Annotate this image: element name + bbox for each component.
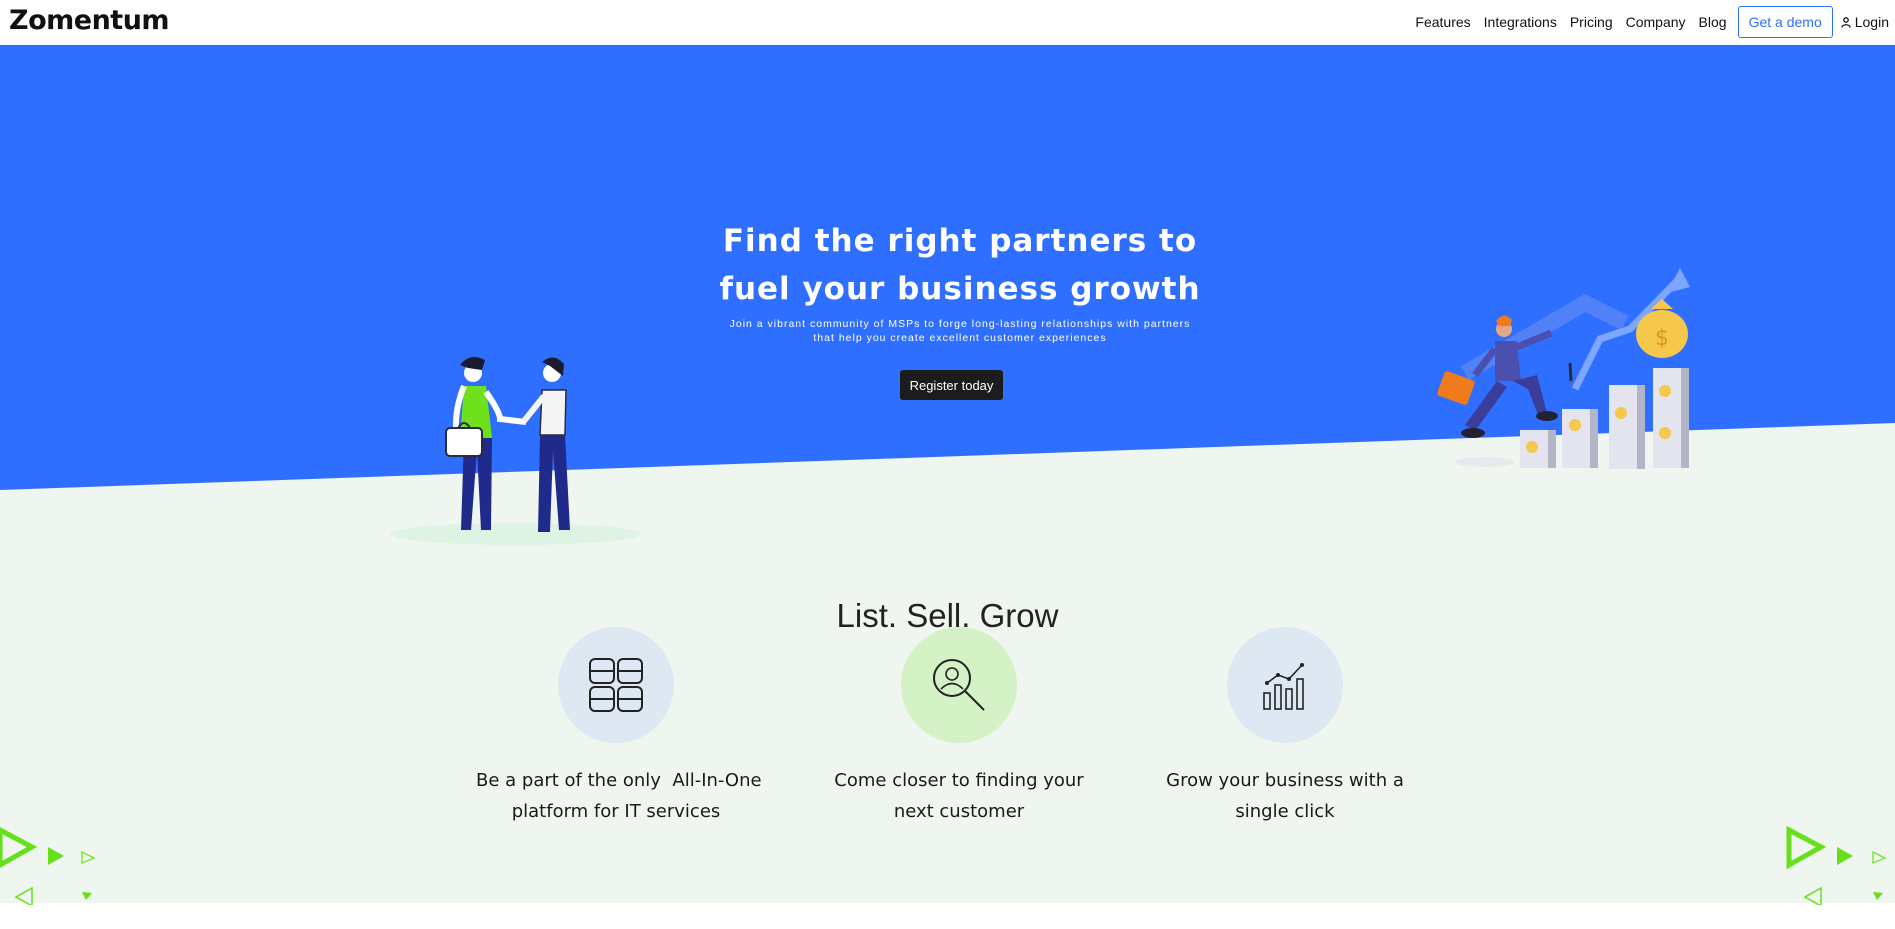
feature-text-platform: Be a part of the only All-In-One platfor… (476, 765, 762, 827)
feature-text-platform-line-2: platform for IT services (511, 801, 721, 822)
hero-title-line-2: fuel your business growth (719, 271, 1201, 307)
get-a-demo-button[interactable]: Get a demo (1737, 6, 1833, 38)
feature-text-customer-line-2: next customer (893, 801, 1025, 822)
nav-links: Features Integrations Pricing Company Bl… (1415, 6, 1889, 38)
hero-section: $ Find the right partners to fuel your b… (0, 45, 1895, 905)
nav-link-company[interactable]: Company (1626, 14, 1686, 30)
feature-text-platform-line-1: Be a part of the only All-In-One (476, 770, 762, 791)
feature-text-customer-line-1: Come closer to finding your (834, 770, 1084, 791)
hero-title-line-1: Find the right partners to (722, 223, 1198, 259)
nav-link-integrations[interactable]: Integrations (1484, 14, 1557, 30)
svg-text:$: $ (1655, 326, 1669, 351)
feature-circle-platform (558, 627, 674, 743)
hero-title: Find the right partners to fuel your bus… (640, 217, 1280, 313)
feature-text-grow: Grow your business with a single click (1145, 765, 1425, 827)
nav-link-pricing[interactable]: Pricing (1570, 14, 1613, 30)
decorative-triangles-left (0, 827, 96, 905)
login-link[interactable]: Login (1841, 14, 1889, 30)
feature-circle-grow (1227, 627, 1343, 743)
nav-link-blog[interactable]: Blog (1699, 14, 1727, 30)
zomentum-logo[interactable]: Zomentum (9, 5, 170, 36)
growth-chart-icon (1263, 663, 1304, 710)
register-today-button[interactable]: Register today (900, 370, 1003, 400)
feature-text-grow-line-1: Grow your business with a (1166, 770, 1404, 791)
top-navbar: Zomentum Features Integrations Pricing C… (0, 0, 1895, 45)
handshake-illustration (390, 356, 640, 545)
login-label: Login (1854, 14, 1889, 30)
decorative-triangles-right (1786, 825, 1887, 905)
search-person-icon (933, 659, 985, 711)
hero-subtitle-line-2: that help you create excellent customer … (813, 332, 1107, 344)
feature-text-customer: Come closer to finding your next custome… (819, 765, 1099, 827)
hero-subtitle-line-1: Join a vibrant community of MSPs to forg… (729, 318, 1191, 330)
feature-text-grow-line-2: single click (1235, 801, 1335, 822)
nav-link-features[interactable]: Features (1415, 14, 1470, 30)
feature-circle-customer (901, 627, 1017, 743)
growth-illustration: $ (1437, 268, 1690, 469)
hero-subtitle: Join a vibrant community of MSPs to forg… (700, 317, 1220, 345)
user-icon (1841, 16, 1851, 28)
grid-layout-icon (589, 658, 643, 712)
